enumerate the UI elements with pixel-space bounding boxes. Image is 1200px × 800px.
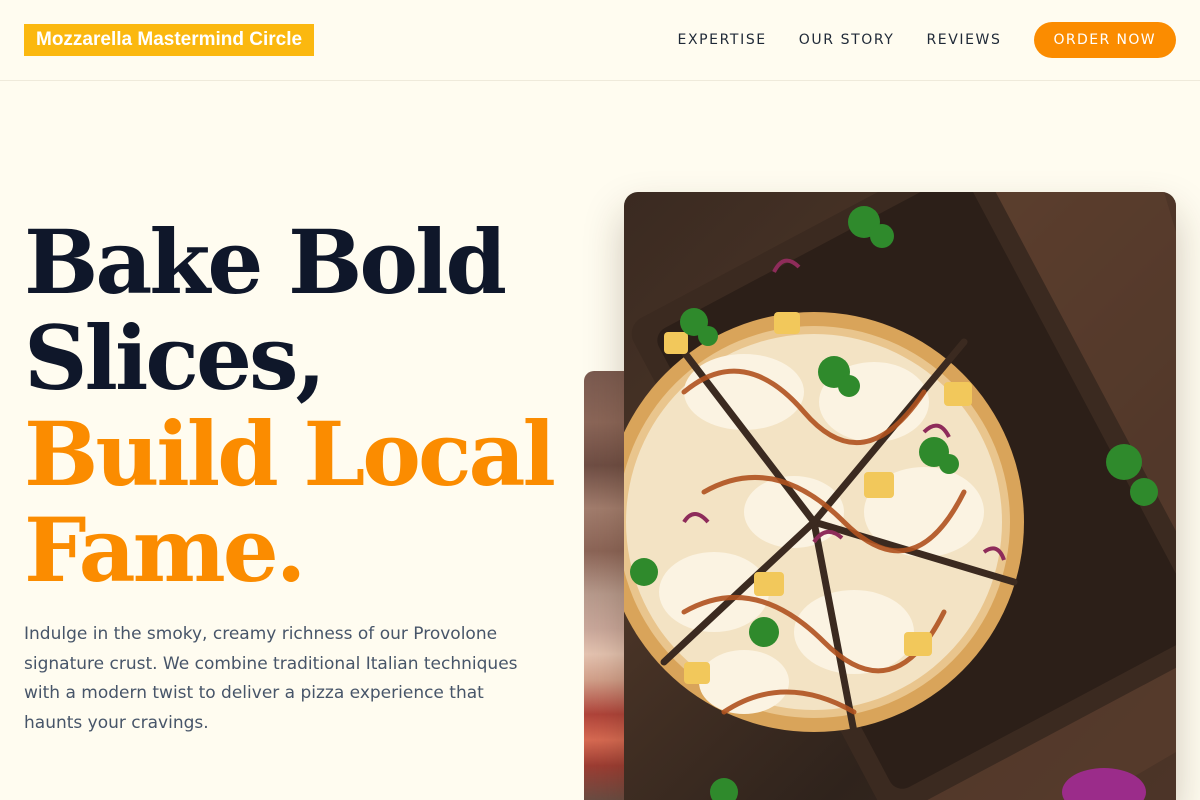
headline-line-1: Bake Bold [24,210,507,314]
headline-line-2: Slices, [24,306,326,410]
headline-line-3: Build Local [24,402,556,506]
nav-link-our-story[interactable]: OUR STORY [799,32,895,48]
main-nav: EXPERTISE OUR STORY REVIEWS ORDER NOW [678,22,1176,58]
brand-logo[interactable]: Mozzarella Mastermind Circle [24,24,315,56]
nav-link-expertise[interactable]: EXPERTISE [678,32,767,48]
headline-line-4: Fame. [24,498,306,602]
hero-pizza-image [624,192,1176,800]
site-header: Mozzarella Mastermind Circle EXPERTISE O… [0,0,1200,81]
pizza-illustration [624,192,1176,800]
hero-headline: Bake Bold Slices, Build Local Fame. [24,214,584,598]
nav-link-reviews[interactable]: REVIEWS [926,32,1001,48]
order-now-button[interactable]: ORDER NOW [1033,22,1176,58]
hero-description: Indulge in the smoky, creamy richness of… [24,624,518,733]
